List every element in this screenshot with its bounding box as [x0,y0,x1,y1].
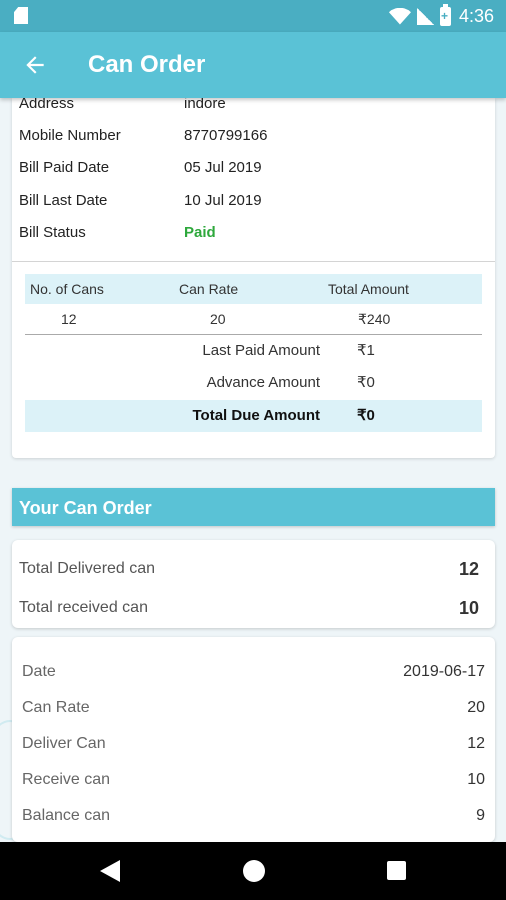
last-date-label: Bill Last Date [19,192,108,209]
date-value: 2019-06-17 [403,663,485,680]
app-toolbar: Can Order [0,32,506,98]
last-paid-value: ₹1 [357,342,375,359]
back-triangle-icon[interactable] [100,860,120,882]
received-row: Total received can 10 [19,596,479,620]
deliver-value: 12 [467,735,485,752]
mobile-value: 8770799166 [184,127,268,144]
bill-details-card: Address indore Mobile Number 8770799166 … [12,98,495,458]
balance-row: Balance can 9 [22,804,485,828]
arrow-left-icon[interactable] [22,52,48,78]
receive-label: Receive can [22,771,111,788]
home-circle-icon[interactable] [243,860,265,882]
receive-value: 10 [467,771,485,788]
date-row: Date 2019-06-17 [22,660,485,684]
bill-table-header: No. of Cans Can Rate Total Amount [25,274,482,304]
total-due-row: Total Due Amount ₹0 [25,400,482,432]
cell-rate: 20 [210,311,226,327]
paid-date-label: Bill Paid Date [19,159,110,176]
deliver-row: Deliver Can 12 [22,732,485,756]
rate-label: Can Rate [22,699,90,716]
status-badge: Paid [184,224,216,241]
paid-date-value: 05 Jul 2019 [184,159,262,176]
wifi-icon [388,7,411,25]
battery-icon: + [439,3,451,26]
sim-icon [14,7,28,24]
delivered-row: Total Delivered can 12 [19,557,479,581]
receive-row: Receive can 10 [22,768,485,792]
received-value: 10 [458,598,479,618]
balance-label: Balance can [22,807,111,824]
header-total: Total Amount [328,281,409,297]
last-paid-label: Last Paid Amount [202,342,320,359]
navigation-bar [0,842,506,900]
delivered-value: 12 [458,559,479,579]
section-title: Your Can Order [19,498,152,518]
balance-value: 9 [476,807,485,824]
last-paid-row: Last Paid Amount ₹1 [25,335,482,367]
can-summary-card: Total Delivered can 12 Total received ca… [12,540,495,628]
status-bar: + 4:36 [0,0,506,32]
address-value: indore [184,98,226,112]
header-rate: Can Rate [179,281,239,297]
status-time: 4:36 [458,6,494,26]
delivered-label: Total Delivered can [19,560,156,577]
recents-square-icon[interactable] [387,861,406,880]
advance-label: Advance Amount [206,374,320,391]
divider [12,261,495,262]
rate-value: 20 [467,699,485,716]
date-label: Date [22,663,56,680]
advance-value: ₹0 [357,374,375,391]
table-row: 12 20 ₹240 [25,304,482,336]
total-due-value: ₹0 [357,407,375,424]
order-card[interactable]: Date 2019-06-17 Can Rate 20 Deliver Can … [12,637,495,842]
rate-row: Can Rate 20 [22,696,485,720]
received-label: Total received can [19,599,148,616]
cell-cans: 12 [61,311,77,327]
deliver-label: Deliver Can [22,735,106,752]
total-due-label: Total Due Amount [192,407,321,424]
mobile-label: Mobile Number [19,127,121,144]
last-date-value: 10 Jul 2019 [184,192,262,209]
advance-row: Advance Amount ₹0 [25,367,482,399]
bill-status-label: Bill Status [19,224,86,241]
section-header: Your Can Order [12,488,495,526]
signal-icon [416,7,434,25]
address-label: Address [19,98,75,112]
header-cans: No. of Cans [30,281,104,297]
cell-total: ₹240 [358,311,391,327]
page-title: Can Order [88,51,206,78]
